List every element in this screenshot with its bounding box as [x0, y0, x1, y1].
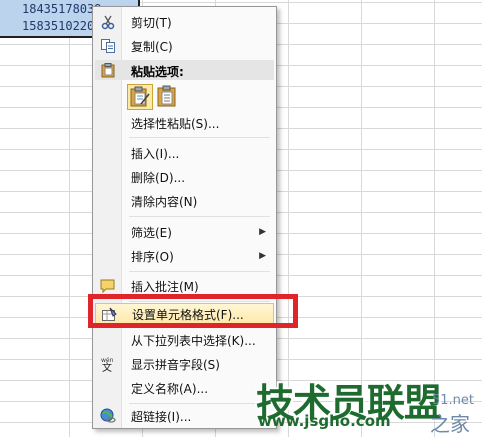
menu-separator: [129, 216, 270, 217]
menu-label-filter: 筛选(E): [131, 225, 172, 240]
clipboard-icon: [100, 62, 116, 81]
menu-item-hyperlink[interactable]: 超链接(I)...: [95, 405, 274, 427]
menu-label-clear-contents: 清除内容(N): [131, 194, 198, 209]
menu-item-delete[interactable]: 删除(D)...: [95, 166, 274, 188]
menu-label-insert-comment: 插入批注(M): [131, 279, 199, 294]
menu-label-cut: 剪切(T): [131, 15, 172, 30]
menu-label-define-name: 定义名称(A)...: [131, 381, 209, 396]
menu-item-sort[interactable]: 排序(O) ▶: [95, 245, 274, 267]
paste-all-icon: [130, 86, 150, 107]
paste-all-button[interactable]: [127, 84, 153, 110]
menu-separator: [129, 271, 270, 272]
menu-item-show-phonetic[interactable]: wén 文 显示拼音字段(S): [95, 353, 274, 375]
menu-item-paste-special[interactable]: 选择性粘贴(S)...: [95, 112, 274, 134]
cell-phone-1[interactable]: 18435178039: [22, 2, 101, 16]
menu-label-pick-from-list: 从下拉列表中选择(K)...: [131, 333, 256, 348]
menu-label-delete: 删除(D)...: [131, 170, 186, 185]
paste-values-icon: [157, 85, 176, 107]
svg-text:文: 文: [102, 361, 112, 372]
watermark-side-small: 51.net: [432, 393, 475, 408]
submenu-arrow-icon: ▶: [259, 251, 266, 261]
paste-values-button[interactable]: [155, 84, 181, 110]
menu-label-paste-special: 选择性粘贴(S)...: [131, 116, 220, 131]
menu-separator: [129, 137, 270, 138]
menu-item-insert[interactable]: 插入(I)...: [95, 142, 274, 164]
submenu-arrow-icon: ▶: [259, 227, 266, 237]
annotation-highlight-box: [88, 294, 298, 328]
hyperlink-globe-icon: [100, 408, 116, 424]
menu-item-filter[interactable]: 筛选(E) ▶: [95, 221, 274, 243]
phonetic-icon: wén 文: [100, 356, 116, 374]
menu-item-define-name[interactable]: 定义名称(A)...: [95, 377, 274, 399]
menu-separator: [129, 403, 270, 404]
menu-item-copy[interactable]: 复制(C): [95, 35, 274, 57]
menu-label-insert: 插入(I)...: [131, 146, 180, 161]
comment-icon: [100, 278, 116, 294]
menu-label-copy: 复制(C): [131, 39, 173, 54]
paste-options-header: 粘贴选项:: [95, 60, 274, 80]
context-menu: 剪切(T) 复制(C) 粘贴选项: 选择性粘贴(S)... 插入(I)... 删…: [92, 6, 277, 429]
menu-label-show-phonetic: 显示拼音字段(S): [131, 357, 220, 372]
menu-label-sort: 排序(O): [131, 249, 174, 264]
paste-options-label: 粘贴选项:: [131, 65, 184, 79]
menu-item-cut[interactable]: 剪切(T): [95, 11, 274, 33]
scissors-icon: [100, 14, 116, 30]
watermark-side-big: 之家: [430, 412, 470, 436]
menu-item-pick-from-list[interactable]: 从下拉列表中选择(K)...: [95, 329, 274, 351]
menu-label-hyperlink: 超链接(I)...: [131, 409, 192, 424]
copy-icon: [100, 38, 116, 54]
watermark-url: www.jsgho.com: [258, 412, 391, 430]
menu-item-clear-contents[interactable]: 清除内容(N): [95, 190, 274, 212]
cell-phone-2[interactable]: 15835102209: [22, 19, 101, 33]
